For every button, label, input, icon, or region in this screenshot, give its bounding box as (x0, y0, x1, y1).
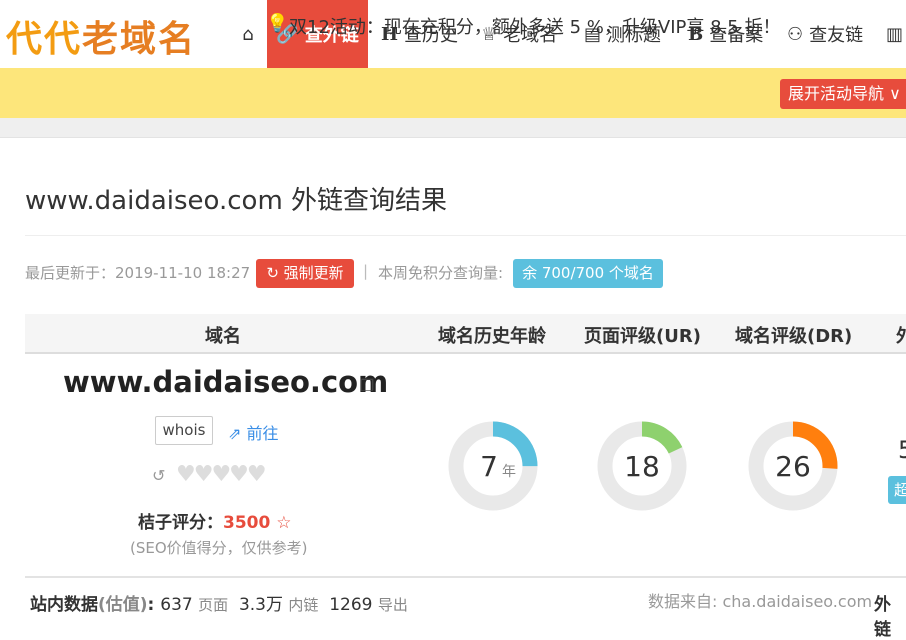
home-icon: ⌂ (242, 23, 254, 45)
nav-item-friend-links[interactable]: ⚇ 查友链 (787, 0, 863, 68)
nav-home[interactable]: ⌂ (236, 0, 266, 68)
age-unit: 年 (502, 464, 516, 480)
site-data-est: (估值) (98, 595, 148, 615)
outlinks-unit: 导出 (377, 596, 408, 614)
pages-count: 637 (160, 595, 193, 615)
col-external: 外 (896, 326, 906, 347)
dr-value: 26 (775, 450, 811, 483)
site-logo[interactable]: 代代老域名 (6, 10, 196, 62)
site-data: 站内数据(估值): 637 页面 3.3万 内链 1269 导出 (30, 595, 408, 615)
inlinks-unit: 内链 (288, 596, 319, 614)
refresh-icon: ↻ (266, 264, 284, 282)
refresh-score-icon[interactable]: ↺ (152, 466, 165, 485)
pages-unit: 页面 (198, 596, 229, 614)
col-age: 域名历史年龄 (438, 326, 546, 347)
separator: | (363, 262, 369, 280)
external-count-partial: 5 (898, 436, 906, 464)
orange-score: 桔子评分：3500 ☆ (138, 508, 292, 533)
force-update-label: 强制更新 (283, 264, 344, 282)
domain-age-gauge: 7 年 (448, 421, 538, 511)
external-link-icon: ⇗ (228, 424, 247, 443)
dr-gauge: 26 (748, 421, 838, 511)
quota-label: 本周免积分查询量: (378, 264, 504, 282)
heart-rating: ♥♥♥♥♥ (176, 462, 267, 487)
score-label: 桔子评分： (138, 513, 223, 533)
score-value: 3500 (223, 513, 271, 533)
friends-icon: ⚇ (787, 23, 804, 45)
ur-gauge: 18 (597, 421, 687, 511)
nav-item-stats[interactable]: ▥ (886, 0, 906, 68)
goto-label: 前往 (246, 424, 279, 443)
domain-name: www.daidaiseo.com (63, 365, 389, 399)
promo-bar (0, 68, 906, 118)
site-data-label: 站内数据 (30, 595, 98, 615)
quota-badge: 余 700/700 个域名 (513, 259, 663, 288)
data-source: 数据来自: cha.daidaiseo.com (648, 592, 873, 611)
whois-button[interactable]: whois (155, 416, 213, 445)
star-icon[interactable]: ☆ (276, 513, 291, 533)
external-links-label: 外链 (874, 595, 891, 640)
ur-value: 18 (624, 450, 660, 483)
col-dr: 域名评级(DR) (735, 326, 853, 347)
chart-icon: ▥ (886, 23, 904, 45)
age-value: 7 (480, 450, 498, 483)
external-badge-partial: 超 (888, 476, 906, 504)
inlinks-count: 3.3万 (238, 595, 283, 615)
divider (25, 576, 906, 578)
lightbulb-icon: 💡 (266, 13, 289, 34)
page-title: www.daidaiseo.com 外链查询结果 (25, 186, 448, 216)
nav-label: 查友链 (809, 25, 864, 46)
divider-band (0, 118, 906, 138)
col-domain: 域名 (205, 326, 241, 347)
goto-link[interactable]: ⇗ 前往 (228, 420, 279, 444)
divider (25, 235, 906, 236)
last-updated: 最后更新于：2019-11-10 18:27 (25, 264, 251, 282)
expand-activity-nav-button[interactable]: 展开活动导航 ∨ (780, 79, 906, 109)
copy-icon[interactable]: ❐ (360, 376, 374, 395)
outlinks-count: 1269 (329, 595, 373, 615)
promo-text: 双12活动：现在充积分，额外多送 5 %，升级VIP享 8.5 折！ (289, 17, 781, 38)
score-note: (SEO价值得分，仅供参考) (130, 539, 308, 557)
force-update-button[interactable]: ↻ 强制更新 (256, 259, 354, 288)
results-table-header: 域名 域名历史年龄 页面评级(UR) 域名评级(DR) 外 (25, 314, 906, 354)
col-ur: 页面评级(UR) (584, 326, 701, 347)
